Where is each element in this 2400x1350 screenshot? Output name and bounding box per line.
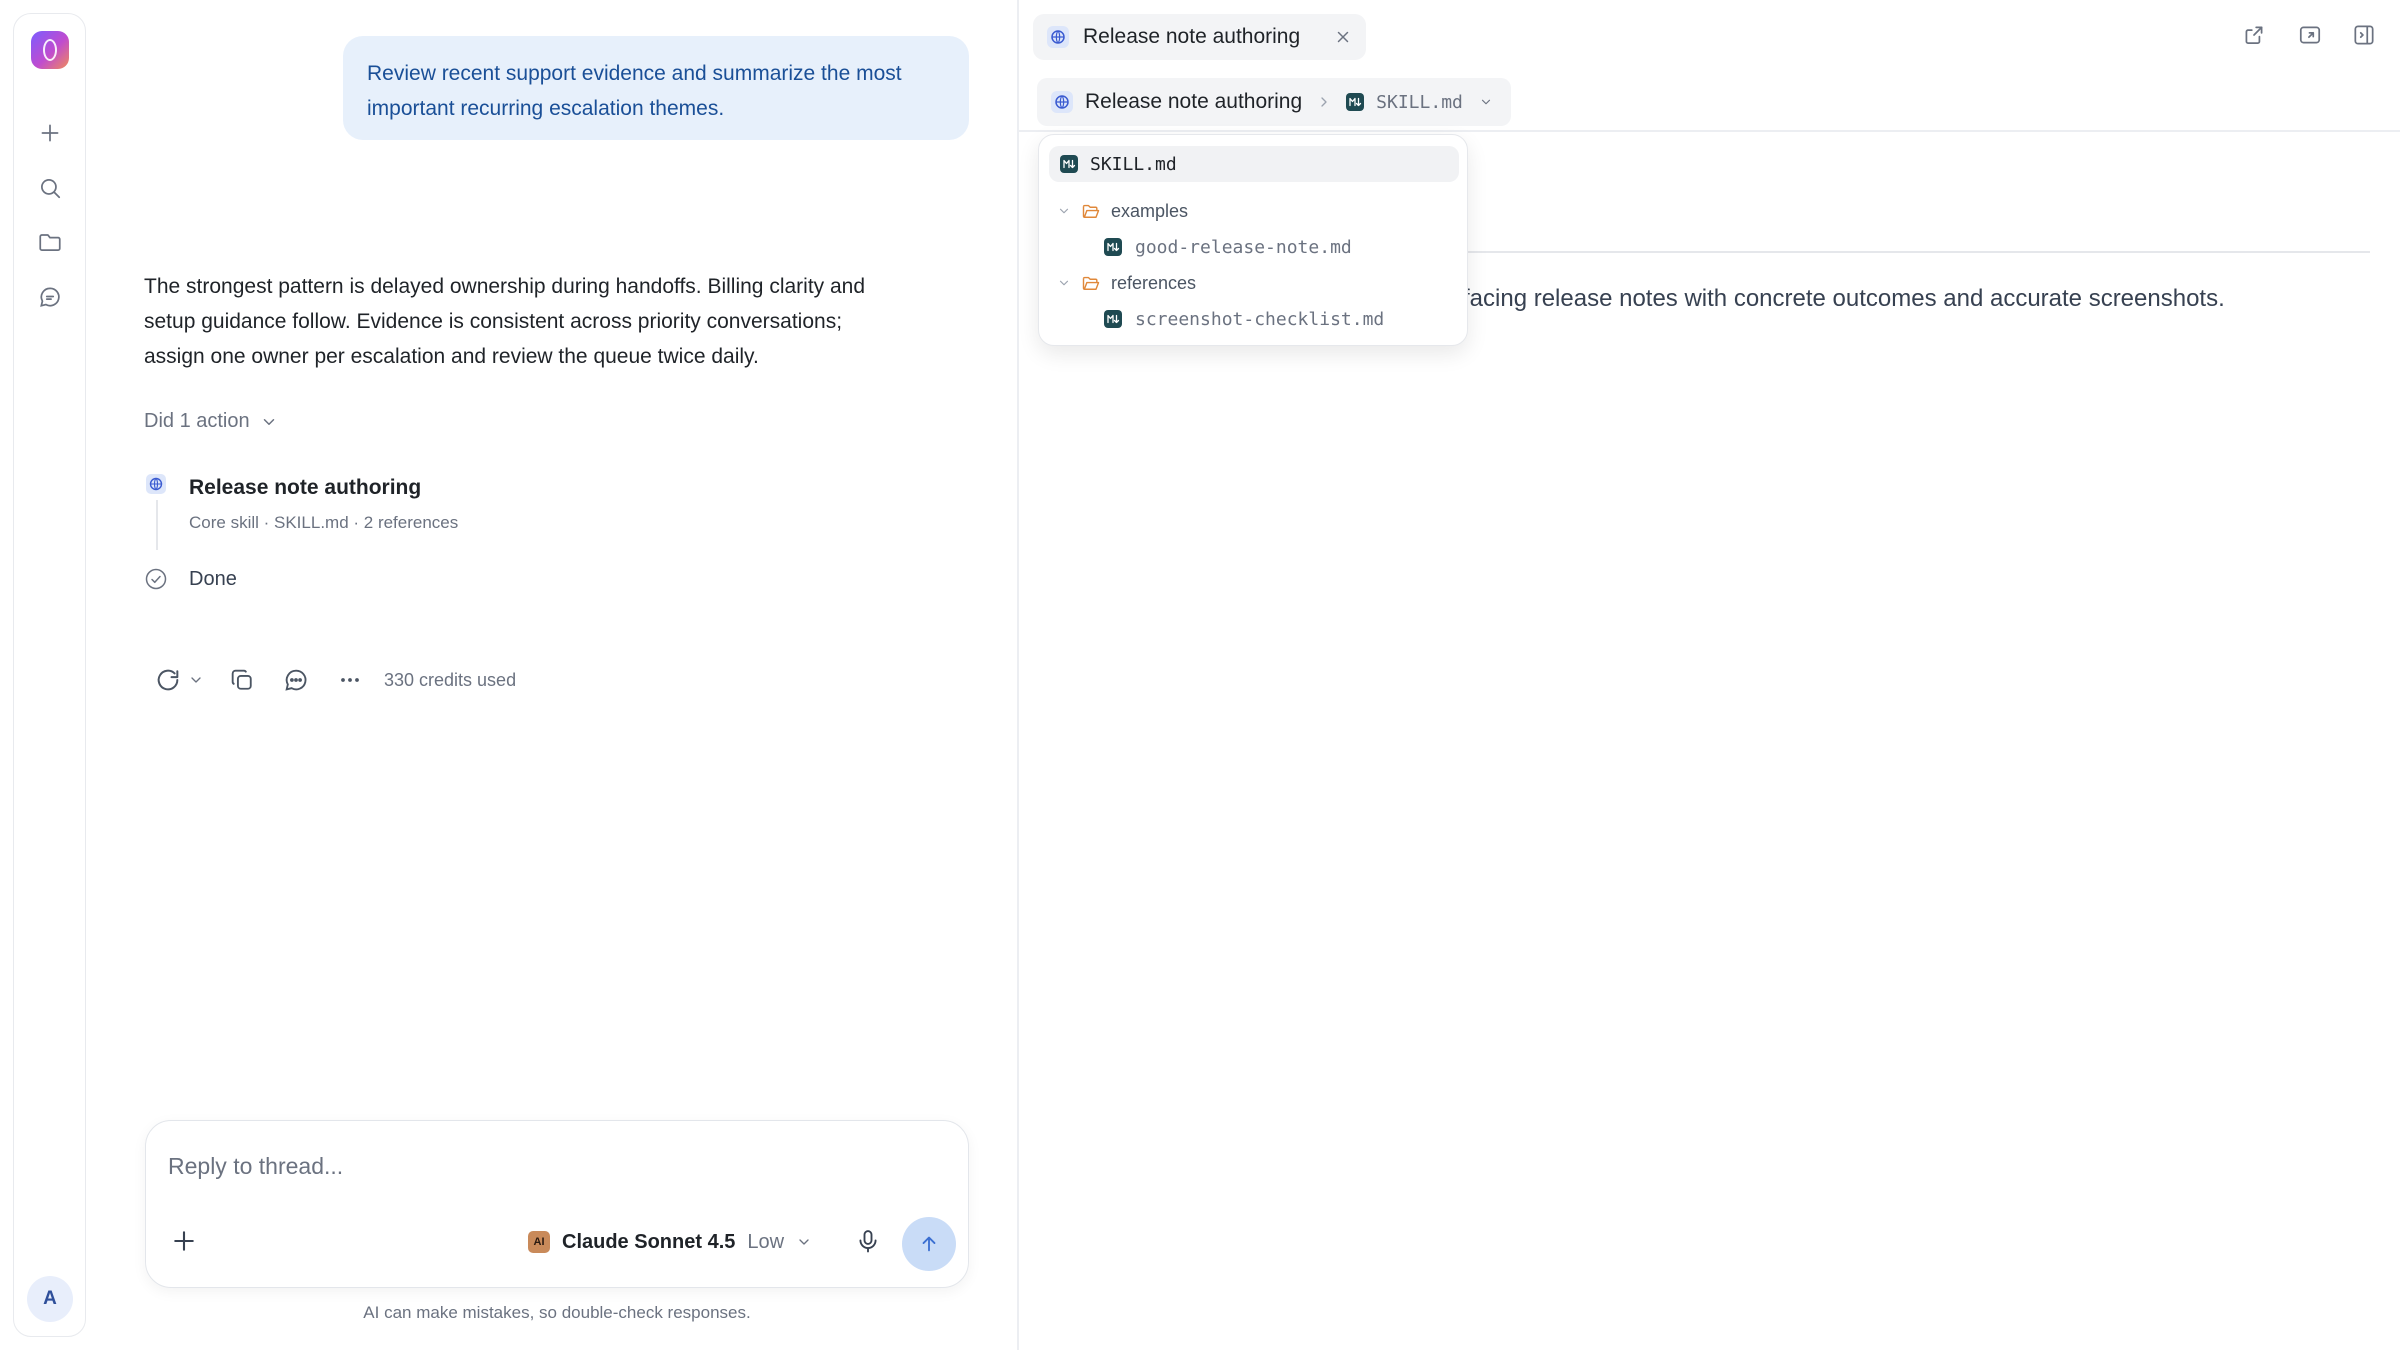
folder-icon[interactable] [37, 229, 63, 255]
regenerate-icon[interactable] [154, 666, 182, 694]
comment-icon[interactable] [282, 666, 310, 694]
arrow-up-icon [918, 1233, 940, 1255]
folder-label: references [1111, 272, 1197, 293]
actions-summary-label: Did 1 action [144, 410, 250, 432]
step-title[interactable]: Release note authoring [189, 476, 421, 500]
menu-folder-examples[interactable]: examples [1057, 193, 1188, 229]
user-message-bubble: Review recent support evidence and summa… [343, 36, 969, 140]
done-label: Done [189, 568, 237, 590]
open-folder-icon [1081, 201, 1101, 221]
menu-item-label: screenshot-checklist.md [1135, 308, 1385, 330]
reply-input[interactable] [168, 1149, 928, 1183]
microphone-icon[interactable] [854, 1227, 882, 1255]
attach-plus-icon[interactable] [170, 1227, 198, 1255]
menu-item-skill-md[interactable]: SKILL.md [1049, 146, 1459, 182]
credits-used: 330 credits used [384, 669, 517, 690]
model-badge-icon: AI [528, 1231, 550, 1253]
collapse-panel-icon[interactable] [2351, 22, 2377, 48]
close-icon[interactable] [1334, 28, 1352, 46]
markdown-file-icon [1346, 93, 1365, 111]
menu-folder-references[interactable]: references [1057, 265, 1196, 301]
regenerate-options-chevron-icon[interactable] [188, 672, 204, 688]
chevron-down-icon [1057, 204, 1071, 218]
disclaimer: AI can make mistakes, so double-check re… [363, 1303, 751, 1322]
composer: AI Claude Sonnet 4.5 Low [145, 1120, 969, 1288]
send-button[interactable] [902, 1217, 956, 1271]
step-subtitle: Core skill · SKILL.md · 2 references [189, 513, 459, 532]
search-icon[interactable] [37, 175, 63, 201]
left-rail: A [13, 13, 86, 1337]
document-body-text: facing release notes with concrete outco… [1463, 285, 2225, 312]
breadcrumb-file[interactable]: SKILL.md [1376, 92, 1463, 113]
chevron-down-icon [1057, 276, 1071, 290]
panel-tab-title: Release note authoring [1083, 25, 1301, 48]
markdown-file-icon [1104, 238, 1122, 256]
share-icon[interactable] [2241, 22, 2267, 48]
markdown-file-icon [1104, 310, 1122, 328]
more-options-icon[interactable] [336, 666, 364, 694]
chat-bubble-icon[interactable] [37, 284, 63, 310]
menu-item-label: SKILL.md [1090, 153, 1177, 175]
markdown-file-icon [1060, 155, 1078, 173]
pane-divider[interactable] [1017, 0, 1019, 1350]
chat-pane: Review recent support evidence and summa… [100, 0, 1018, 1350]
menu-item-good-release-note[interactable]: good-release-note.md [1104, 229, 1352, 265]
app-logo[interactable] [31, 31, 69, 69]
new-chat-icon[interactable] [37, 120, 63, 146]
menu-item-screenshot-checklist[interactable]: screenshot-checklist.md [1104, 301, 1384, 337]
chevron-down-icon [796, 1234, 812, 1250]
copy-icon[interactable] [228, 666, 256, 694]
user-avatar[interactable]: A [27, 1276, 73, 1322]
chevron-right-icon [1316, 94, 1332, 110]
actions-toggle[interactable]: Did 1 action [144, 410, 278, 433]
file-dropdown-menu: SKILL.md examples good-release-note.md r… [1038, 134, 1468, 346]
breadcrumb-skill[interactable]: Release note authoring [1085, 90, 1302, 114]
model-name: Claude Sonnet 4.5 [562, 1230, 736, 1253]
assistant-answer: The strongest pattern is delayed ownersh… [144, 275, 866, 368]
check-circle-icon [144, 567, 168, 591]
model-selector[interactable]: AI Claude Sonnet 4.5 Low [528, 1229, 812, 1255]
skill-globe-icon [1047, 26, 1069, 48]
folder-label: examples [1111, 200, 1189, 221]
panel-header-divider [1019, 130, 2400, 132]
panel-tab[interactable]: Release note authoring [1033, 14, 1366, 60]
document-rule [1466, 251, 2370, 253]
effort-level: Low [747, 1230, 785, 1253]
skill-globe-icon [146, 474, 166, 494]
step-connector [156, 500, 158, 550]
breadcrumb: Release note authoring SKILL.md [1037, 78, 1511, 126]
open-in-window-icon[interactable] [2297, 22, 2323, 48]
message-actions: 330 credits used [154, 665, 516, 695]
skill-globe-icon [1051, 91, 1073, 113]
open-folder-icon [1081, 273, 1101, 293]
chevron-down-icon [260, 413, 278, 431]
chevron-down-icon[interactable] [1479, 95, 1493, 109]
menu-item-label: good-release-note.md [1135, 236, 1352, 258]
